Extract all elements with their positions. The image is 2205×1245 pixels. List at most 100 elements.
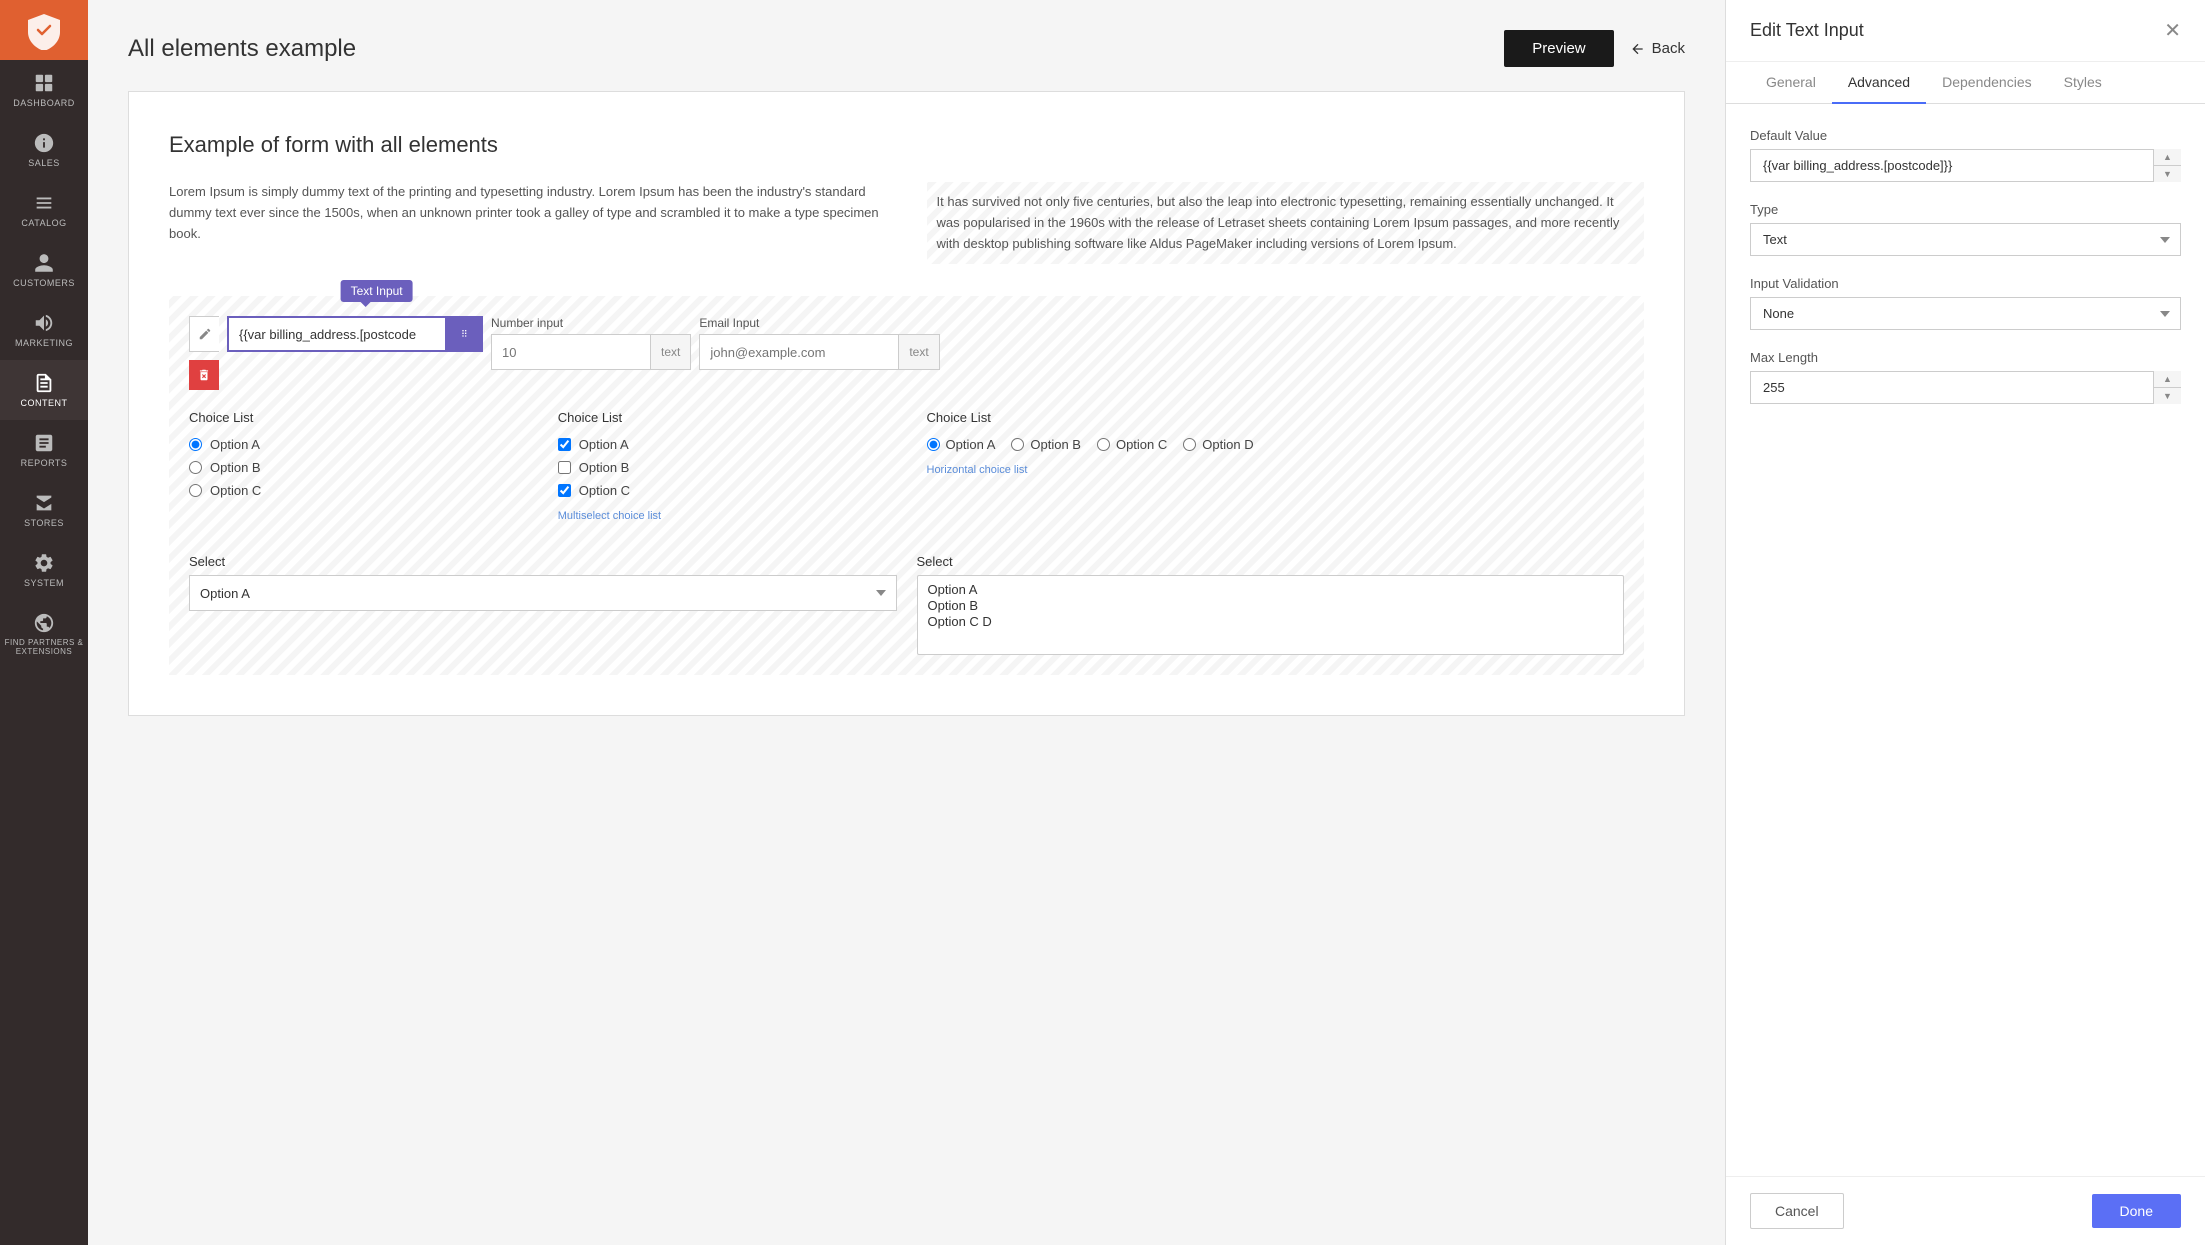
choice-option-a3[interactable]: Option A — [927, 437, 996, 452]
email-input-field[interactable] — [699, 334, 899, 370]
horizontal-choices: Option A Option B Option C Option D — [927, 437, 1625, 452]
drag-button[interactable] — [447, 316, 483, 352]
sidebar-item-label: MARKETING — [15, 338, 73, 348]
type-select[interactable]: Text Number Email Password — [1750, 223, 2181, 256]
input-actions — [189, 316, 219, 390]
lorem-text-2: It has survived not only five centuries,… — [927, 182, 1645, 264]
tab-dependencies[interactable]: Dependencies — [1926, 62, 2048, 104]
max-length-spinner-down[interactable]: ▼ — [2154, 388, 2181, 404]
max-length-field: Max Length ▲ ▼ — [1750, 350, 2181, 404]
choice-list-3: Choice List Option A Option B Option C — [927, 410, 1625, 522]
spinner-up[interactable]: ▲ — [2154, 149, 2181, 166]
default-value-input-wrapper: ▲ ▼ — [1750, 149, 2181, 182]
option-c1-label: Option C — [210, 483, 261, 498]
tab-styles[interactable]: Styles — [2048, 62, 2118, 104]
tab-general[interactable]: General — [1750, 62, 1832, 104]
text-input-container: Text Input — [227, 316, 483, 352]
number-input-label: Number input — [491, 316, 691, 330]
select-group-1: Select Option A Option B Option C — [189, 554, 897, 655]
sidebar-item-catalog[interactable]: CATALOG — [0, 180, 88, 240]
cancel-button[interactable]: Cancel — [1750, 1193, 1844, 1229]
sidebar-item-content[interactable]: CONTENT — [0, 360, 88, 420]
input-validation-field: Input Validation None Letters Only Numbe… — [1750, 276, 2181, 330]
sidebar-item-label: REPORTS — [21, 458, 68, 468]
sidebar-item-label: CUSTOMERS — [13, 278, 75, 288]
max-length-input[interactable] — [1750, 371, 2181, 404]
done-button[interactable]: Done — [2092, 1194, 2181, 1228]
spinner-down[interactable]: ▼ — [2154, 166, 2181, 182]
sidebar-item-dashboard[interactable]: DASHBOARD — [0, 60, 88, 120]
sidebar-logo — [0, 0, 88, 60]
sidebar-item-system[interactable]: SYSTEM — [0, 540, 88, 600]
multiselect-label: Multiselect choice list — [558, 510, 907, 522]
input-validation-select[interactable]: None Letters Only Numbers Only Email — [1750, 297, 2181, 330]
select-group-2: Select Option A Option B Option C D — [917, 554, 1625, 655]
choice-option-b3[interactable]: Option B — [1011, 437, 1081, 452]
panel-close-button[interactable]: ✕ — [2164, 18, 2181, 43]
right-panel: Edit Text Input ✕ General Advanced Depen… — [1725, 0, 2205, 1245]
email-input-suffix: text — [899, 334, 939, 370]
sidebar-item-customers[interactable]: CUSTOMERS — [0, 240, 88, 300]
sidebar-item-label: FIND PARTNERS & EXTENSIONS — [4, 638, 84, 656]
email-input-label: Email Input — [699, 316, 939, 330]
text-input-tooltip: Text Input — [341, 280, 413, 302]
option-a1-label: Option A — [210, 437, 260, 452]
sidebar-item-label: SYSTEM — [24, 578, 64, 588]
option-b1-label: Option B — [210, 460, 261, 475]
default-value-input[interactable] — [1750, 149, 2181, 182]
sidebar: DASHBOARD SALES CATALOG CUSTOMERS MARKET… — [0, 0, 88, 1245]
option-a2-label: Option A — [579, 437, 629, 452]
preview-button[interactable]: Preview — [1504, 30, 1613, 67]
number-input-wrapper: text — [491, 334, 691, 370]
delete-button[interactable] — [189, 360, 219, 390]
choice-list-2-label: Choice List — [558, 410, 907, 425]
form-title: Example of form with all elements — [169, 132, 1644, 158]
panel-header: Edit Text Input ✕ — [1726, 0, 2205, 62]
main-content: All elements example Preview Back Exampl… — [88, 0, 1725, 1245]
sidebar-item-marketing[interactable]: MARKETING — [0, 300, 88, 360]
choice-option-d3[interactable]: Option D — [1183, 437, 1253, 452]
number-input-group: Number input text — [491, 316, 691, 370]
type-field: Type Text Number Email Password — [1750, 202, 2181, 256]
choice-list-2: Choice List Option A Option B Option C M… — [558, 410, 907, 522]
choice-option-b2[interactable]: Option B — [558, 460, 907, 475]
sidebar-item-sales[interactable]: SALES — [0, 120, 88, 180]
edit-button[interactable] — [189, 316, 219, 352]
input-validation-label: Input Validation — [1750, 276, 2181, 291]
choice-list-1-label: Choice List — [189, 410, 538, 425]
select-section: Select Option A Option B Option C Select… — [189, 554, 1624, 655]
panel-title: Edit Text Input — [1750, 20, 1864, 41]
number-input-field[interactable] — [491, 334, 651, 370]
sidebar-item-stores[interactable]: STORES — [0, 480, 88, 540]
back-label: Back — [1652, 40, 1685, 57]
select-1-label: Select — [189, 554, 897, 569]
form-canvas: Example of form with all elements Lorem … — [128, 91, 1685, 716]
choice-option-a2[interactable]: Option A — [558, 437, 907, 452]
tab-advanced[interactable]: Advanced — [1832, 62, 1926, 104]
sidebar-item-label: STORES — [24, 518, 64, 528]
page-header: All elements example Preview Back — [128, 30, 1685, 67]
choice-option-c1[interactable]: Option C — [189, 483, 538, 498]
lorem-grid: Lorem Ipsum is simply dummy text of the … — [169, 182, 1644, 264]
text-input-area: Text Input Number input text Em — [169, 296, 1644, 675]
sidebar-item-find-partners[interactable]: FIND PARTNERS & EXTENSIONS — [0, 600, 88, 668]
select-1-field[interactable]: Option A Option B Option C — [189, 575, 897, 611]
choice-option-c3[interactable]: Option C — [1097, 437, 1167, 452]
panel-footer: Cancel Done — [1726, 1176, 2205, 1245]
max-length-spinner-up[interactable]: ▲ — [2154, 371, 2181, 388]
sidebar-item-label: CONTENT — [21, 398, 68, 408]
choice-option-a1[interactable]: Option A — [189, 437, 538, 452]
select-2-field[interactable]: Option A Option B Option C D — [917, 575, 1625, 655]
choice-option-b1[interactable]: Option B — [189, 460, 538, 475]
choice-section: Choice List Option A Option B Option C C… — [189, 410, 1624, 522]
back-button[interactable]: Back — [1630, 40, 1685, 57]
sidebar-item-label: CATALOG — [21, 218, 66, 228]
panel-content: Default Value ▲ ▼ Type Text Number Email… — [1726, 104, 2205, 1176]
option-c2-label: Option C — [579, 483, 630, 498]
default-value-spinner: ▲ ▼ — [2153, 149, 2181, 182]
max-length-spinner: ▲ ▼ — [2153, 371, 2181, 404]
option-b2-label: Option B — [579, 460, 630, 475]
text-input-field[interactable] — [227, 316, 447, 352]
sidebar-item-reports[interactable]: REPORTS — [0, 420, 88, 480]
choice-option-c2[interactable]: Option C — [558, 483, 907, 498]
